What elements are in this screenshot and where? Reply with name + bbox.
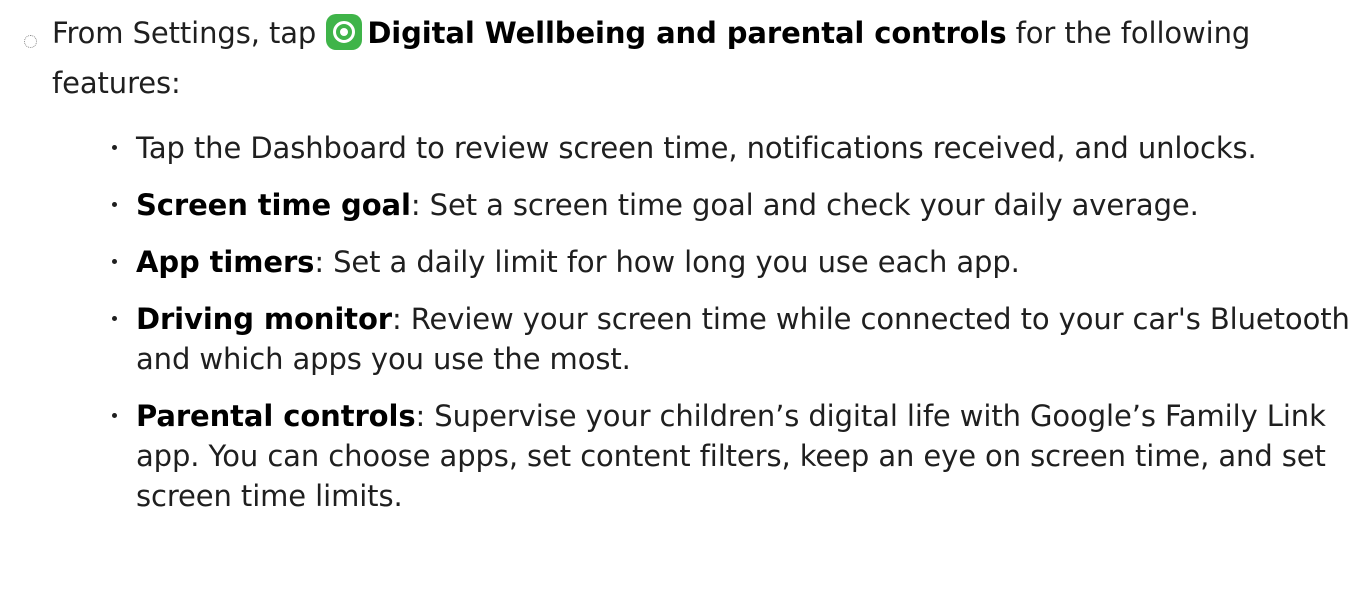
feature-item-driving-monitor: Driving monitor: Review your screen time… [112,299,1352,379]
intro-paragraph: From Settings, tap Digital Wellbeing and… [24,8,1344,108]
list-bullet [112,202,117,207]
feature-separator: : [410,188,430,222]
feature-list: Tap the Dashboard to review screen time,… [112,128,1352,533]
app-name: Digital Wellbeing and parental controls [367,16,1007,50]
feature-term: App timers [136,245,315,279]
list-bullet [112,145,117,150]
feature-item-parental-controls: Parental controls: Supervise your childr… [112,396,1352,516]
help-document: From Settings, tap Digital Wellbeing and… [0,0,1356,611]
feature-term: Parental controls [136,399,416,433]
feature-separator: : [415,399,435,433]
feature-separator: : [391,302,411,336]
feature-item-app-timers: App timers: Set a daily limit for how lo… [112,242,1352,282]
feature-text: Set a daily limit for how long you use e… [333,245,1020,279]
feature-term: Screen time goal [136,188,411,222]
feature-text: Set a screen time goal and check your da… [429,188,1199,222]
feature-item-screen-time-goal: Screen time goal: Set a screen time goal… [112,185,1352,225]
step-bullet [24,35,37,48]
list-bullet [112,316,117,321]
feature-term: Driving monitor [136,302,392,336]
list-bullet [112,413,117,418]
list-bullet [112,259,117,264]
feature-separator: : [314,245,334,279]
intro-text: From Settings, tap Digital Wellbeing and… [52,8,1344,108]
intro-prefix: From Settings, tap [52,16,317,50]
feature-item-dashboard: Tap the Dashboard to review screen time,… [112,128,1352,168]
digital-wellbeing-icon [326,14,363,50]
feature-text: Tap the Dashboard to review screen time,… [136,131,1257,165]
